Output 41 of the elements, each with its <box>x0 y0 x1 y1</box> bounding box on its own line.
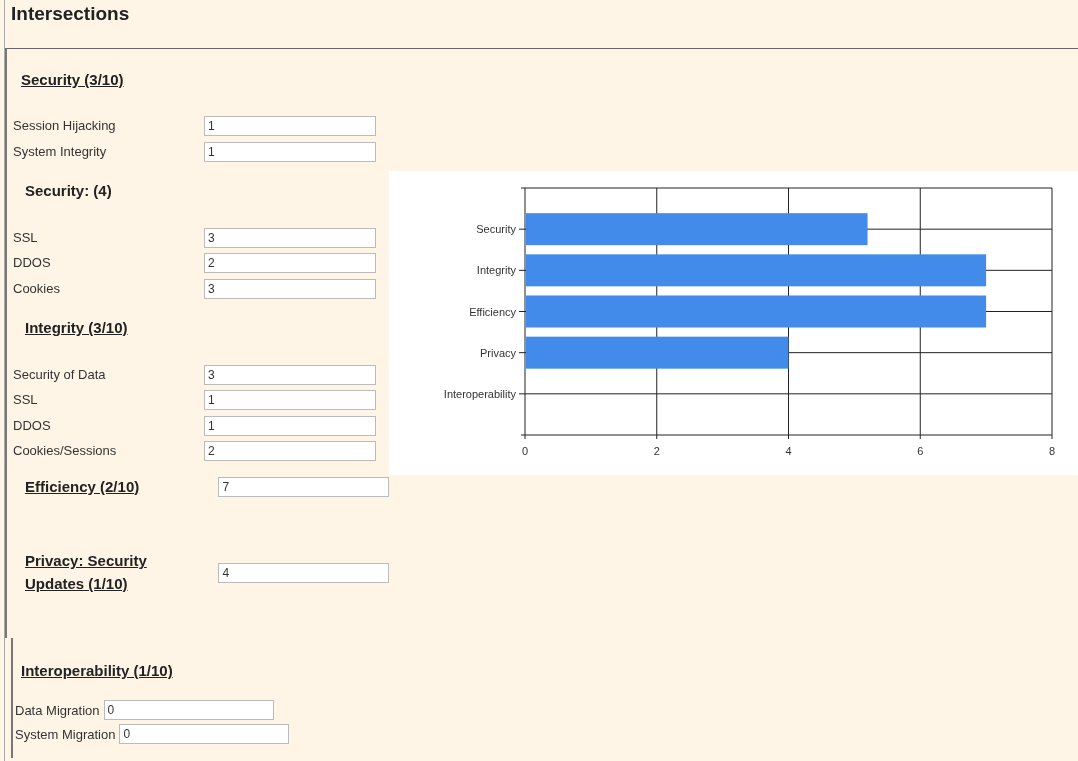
input-field[interactable]: 7 <box>218 477 389 498</box>
tick-label: 6 <box>917 444 924 457</box>
tick-label: 8 <box>1048 444 1056 457</box>
page-title: Intersections <box>10 2 131 26</box>
input-field[interactable]: 0 <box>103 700 274 721</box>
input-field[interactable]: 1 <box>204 141 376 162</box>
input-field[interactable]: 0 <box>119 724 290 745</box>
field-label: System Migration <box>14 725 117 744</box>
axis-label: Integrity <box>476 264 516 277</box>
field-label: System Integrity <box>12 142 108 161</box>
field-label: Data Migration <box>14 701 101 720</box>
section-heading: Integrity (3/10) <box>25 318 129 339</box>
section-heading: Security (3/10) <box>21 69 125 90</box>
axis-label: Efficiency <box>469 305 516 318</box>
section-heading: Interoperability (1/10) <box>21 660 174 681</box>
input-field[interactable]: 1 <box>204 116 376 137</box>
axis-label: Privacy <box>479 346 516 359</box>
section-heading: Efficiency (2/10) <box>25 476 141 497</box>
input-field[interactable]: 3 <box>204 278 376 299</box>
field-label: Cookies/Sessions <box>12 442 118 461</box>
section-heading: Security: (4) <box>25 181 113 202</box>
field-label: Session Hijacking <box>12 117 117 136</box>
input-field[interactable]: 4 <box>218 562 389 583</box>
section-heading: Privacy: Security Updates (1/10) <box>25 551 148 594</box>
axis-label: Security <box>476 222 516 235</box>
axis-label: Interoperability <box>443 387 516 400</box>
input-field[interactable]: 1 <box>204 415 376 436</box>
field-label: SSL <box>12 391 39 410</box>
input-field[interactable]: 3 <box>204 227 376 248</box>
input-field[interactable]: 2 <box>204 253 376 274</box>
field-label: DDOS <box>12 416 52 435</box>
tick-label: 4 <box>785 444 792 457</box>
input-field[interactable]: 3 <box>204 364 376 385</box>
field-label: SSL <box>12 228 39 247</box>
tick-label: 2 <box>653 444 660 457</box>
field-label: Security of Data <box>12 365 107 384</box>
field-label: DDOS <box>12 254 52 273</box>
input-field[interactable]: 1 <box>204 390 376 411</box>
input-field[interactable]: 2 <box>204 441 376 462</box>
tick-label: 0 <box>521 444 529 457</box>
field-label: Cookies <box>12 279 61 298</box>
